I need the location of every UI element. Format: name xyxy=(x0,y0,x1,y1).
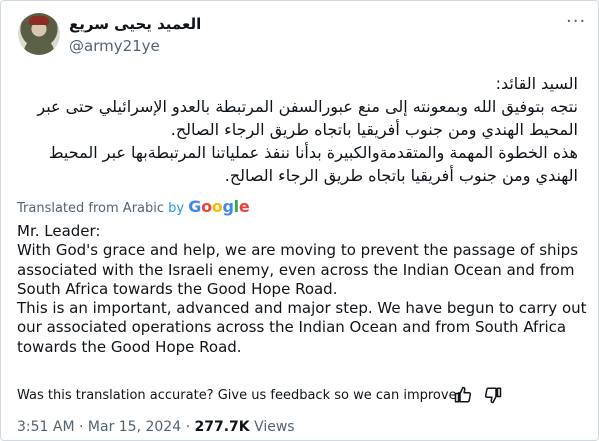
views-label: Views xyxy=(249,419,295,435)
tweet-text-arabic: السيد القائد: نتجه بتوفيق الله وبمعونته … xyxy=(37,74,578,185)
tweet-time[interactable]: 3:51 AM xyxy=(17,419,75,435)
translation-by: by xyxy=(168,201,185,216)
more-icon[interactable]: ··· xyxy=(566,11,586,32)
tweet-date[interactable]: Mar 15, 2024 xyxy=(88,419,181,435)
google-logo: Google xyxy=(188,197,250,216)
thumbs-down-icon[interactable] xyxy=(483,385,503,405)
author-handle[interactable]: @army21ye xyxy=(69,37,160,55)
tweet-card: العميد يحيى سريع @army21ye ··· السيد الق… xyxy=(0,0,599,441)
view-count: 277.7K xyxy=(194,419,250,435)
tweet-text-english: Mr. Leader: With God's grace and help, w… xyxy=(17,222,587,356)
author-name[interactable]: العميد يحيى سريع xyxy=(69,15,201,33)
avatar[interactable] xyxy=(18,13,60,55)
translation-label: Translated from Arabic by Google xyxy=(17,197,250,216)
thumbs-up-icon[interactable] xyxy=(453,385,473,405)
feedback-prompt: Was this translation accurate? Give us f… xyxy=(17,388,461,403)
tweet-meta: 3:51 AM · Mar 15, 2024 · 277.7K Views xyxy=(17,419,295,435)
translation-source: Translated from Arabic xyxy=(17,201,165,216)
